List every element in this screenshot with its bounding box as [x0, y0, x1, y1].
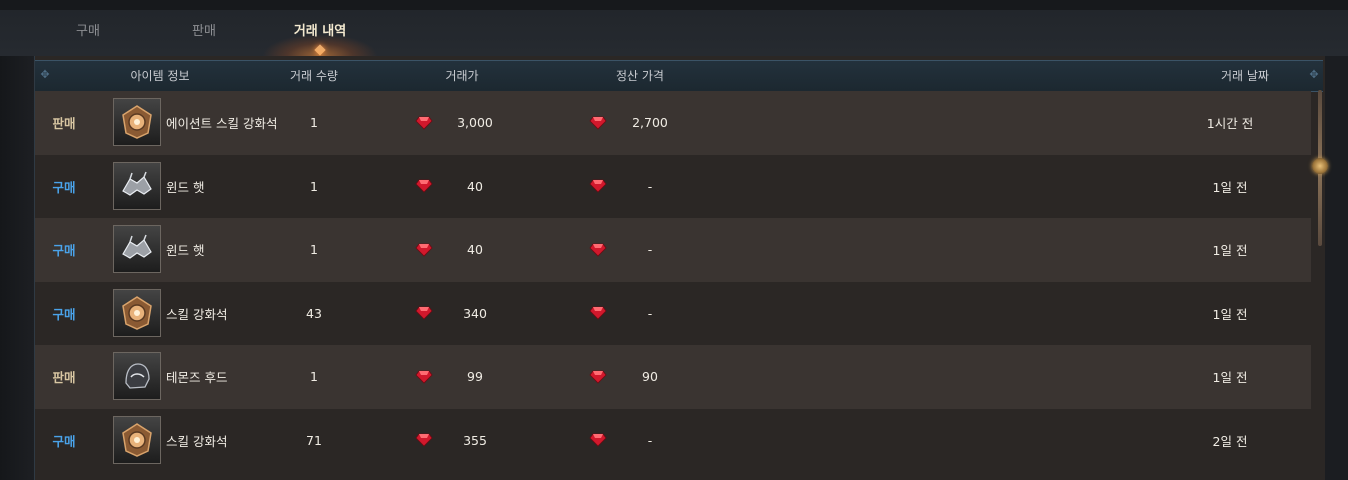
table-row[interactable]: 판매 에이션트 스킬 강화석 1 3,000 2,700 1시간 전 — [35, 91, 1311, 155]
tab-trade-history[interactable]: 거래 내역 — [262, 10, 378, 56]
red-diamond-gem-icon — [587, 345, 609, 409]
skill-enhancement-stone-icon — [113, 98, 161, 146]
red-diamond-gem-icon — [413, 155, 435, 219]
col-settlement: 정산 가격 — [616, 69, 664, 83]
settlement-price: - — [647, 432, 653, 448]
trade-date: 1일 전 — [1212, 370, 1248, 386]
trade-date: 1일 전 — [1212, 306, 1248, 322]
col-quantity: 거래 수량 — [290, 69, 338, 83]
trade-type: 구매 — [52, 433, 76, 449]
trade-quantity: 71 — [306, 432, 322, 448]
red-diamond-gem-icon — [587, 91, 609, 155]
trade-quantity: 1 — [310, 115, 318, 131]
table-header: ✥ 아이템 정보 거래 수량 거래가 정산 가격 거래 날짜 ✥ — [35, 60, 1323, 92]
tab-sell[interactable]: 판매 — [146, 10, 262, 56]
trade-price: 40 — [467, 178, 483, 194]
trade-date: 2일 전 — [1212, 433, 1248, 449]
table-row[interactable]: 구매 스킬 강화석 71 355 - 2일 전 — [35, 408, 1311, 473]
tab-buy-label: 구매 — [76, 23, 100, 39]
hood-icon — [113, 352, 161, 400]
trade-date: 1시간 전 — [1206, 116, 1254, 132]
right-frame — [1324, 56, 1348, 480]
table-row[interactable]: 구매 윈드 햇 1 40 - 1일 전 — [35, 218, 1311, 282]
skill-enhancement-stone-icon — [113, 415, 161, 464]
trade-history-list: 판매 에이션트 스킬 강화석 1 3,000 2,700 1시간 전 구매 윈드… — [35, 91, 1311, 472]
red-diamond-gem-icon — [587, 218, 609, 282]
red-diamond-gem-icon — [413, 345, 435, 409]
trade-date: 1일 전 — [1212, 243, 1248, 259]
trade-price: 40 — [467, 242, 483, 258]
trade-quantity: 1 — [310, 178, 318, 194]
tab-bar: 구매 판매 거래 내역 — [30, 10, 378, 56]
red-diamond-gem-icon — [587, 155, 609, 219]
settlement-price: - — [647, 242, 653, 258]
red-diamond-gem-icon — [413, 409, 435, 473]
settlement-price: - — [647, 178, 653, 194]
red-diamond-gem-icon — [413, 282, 435, 346]
red-diamond-gem-icon — [413, 91, 435, 155]
red-diamond-gem-icon — [413, 218, 435, 282]
table-row[interactable]: 구매 윈드 햇 1 40 - 1일 전 — [35, 154, 1311, 219]
header-corner-ornament-icon: ✥ — [1309, 68, 1319, 81]
left-frame — [0, 56, 34, 480]
active-tab-emblem-icon — [314, 44, 326, 56]
tab-buy[interactable]: 구매 — [30, 10, 146, 56]
header-corner-ornament-icon: ✥ — [40, 68, 50, 81]
table-row[interactable]: 구매 스킬 강화석 43 340 - 1일 전 — [35, 281, 1311, 346]
scrollbar-knob-icon[interactable] — [1312, 158, 1328, 174]
top-bar: 구매 판매 거래 내역 — [0, 0, 1348, 56]
settlement-price: - — [647, 305, 653, 321]
col-date: 거래 날짜 — [1221, 69, 1269, 83]
tab-trade-history-label: 거래 내역 — [293, 23, 347, 39]
trade-date: 1일 전 — [1212, 179, 1248, 195]
col-price: 거래가 — [445, 69, 479, 83]
trade-type: 구매 — [52, 243, 76, 259]
trade-price: 355 — [463, 432, 487, 448]
trade-quantity: 1 — [310, 369, 318, 385]
trade-type: 판매 — [52, 370, 76, 386]
wind-hat-icon — [113, 161, 161, 210]
trade-price: 340 — [463, 305, 487, 321]
tab-sell-label: 판매 — [192, 23, 216, 39]
red-diamond-gem-icon — [587, 282, 609, 346]
wind-hat-icon — [113, 225, 161, 273]
trade-price: 3,000 — [457, 115, 493, 131]
red-diamond-gem-icon — [587, 409, 609, 473]
trade-quantity: 1 — [310, 242, 318, 258]
settlement-price: 2,700 — [632, 115, 668, 131]
trade-type: 구매 — [52, 179, 76, 195]
table-row[interactable]: 판매 테몬즈 후드 1 99 90 1일 전 — [35, 345, 1311, 409]
trade-type: 판매 — [52, 116, 76, 132]
trade-quantity: 43 — [306, 305, 322, 321]
trade-history-panel: ✥ 아이템 정보 거래 수량 거래가 정산 가격 거래 날짜 ✥ 판매 에이션트… — [34, 56, 1325, 480]
settlement-price: 90 — [642, 369, 658, 385]
trade-type: 구매 — [52, 306, 76, 322]
col-item-info: 아이템 정보 — [130, 69, 190, 83]
skill-enhancement-stone-icon — [113, 288, 161, 337]
trade-price: 99 — [467, 369, 483, 385]
